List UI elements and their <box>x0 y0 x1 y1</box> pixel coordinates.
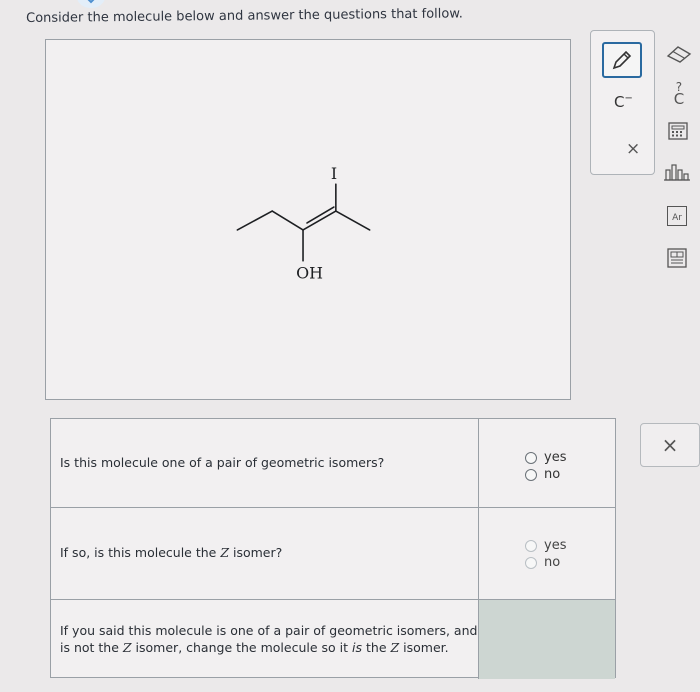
question-row-2: If so, is this molecule the Z isomer? ye… <box>51 508 615 600</box>
option-label: no <box>544 467 561 482</box>
bond-c4-c5 <box>335 210 371 231</box>
double-bond-c3-c4 <box>302 210 337 231</box>
grid-template-icon <box>667 248 687 268</box>
question-2-option-yes[interactable]: yes <box>525 537 566 554</box>
close-icon: × <box>661 433 679 457</box>
radio-icon[interactable] <box>525 556 537 569</box>
carbanion-tool-button[interactable]: C− <box>614 93 633 111</box>
question-3-line-2-a: is not the <box>60 639 123 655</box>
aryl-tool-button[interactable]: Ar <box>665 205 689 227</box>
radio-icon[interactable] <box>525 468 537 481</box>
aryl-icon: Ar <box>667 206 687 226</box>
template-tool-button[interactable] <box>666 247 688 269</box>
option-label: yes <box>544 538 567 553</box>
molecule-canvas[interactable]: I OH <box>45 39 571 400</box>
question-3-answer-area <box>479 600 615 679</box>
question-3-line-2-c: the <box>362 639 391 655</box>
drawing-toolbar: C− × <box>590 30 655 175</box>
carbanion-charge: − <box>624 93 633 104</box>
question-1-answers: yes no <box>479 419 615 507</box>
eraser-tool-button[interactable] <box>664 44 694 64</box>
question-2-text: If so, is this molecule the Z isomer? <box>51 508 479 599</box>
chevron-down-icon <box>87 0 95 4</box>
eraser-icon <box>666 46 692 63</box>
question-2-answers: yes no <box>479 508 615 599</box>
question-2-text-after: isomer? <box>229 545 283 561</box>
question-1-option-yes[interactable]: yes <box>525 449 566 466</box>
bond-c1-c2 <box>236 210 273 231</box>
question-c-letter: C <box>673 89 685 108</box>
question-c-tool-button[interactable]: ? C <box>668 80 690 108</box>
chart-tool-button[interactable] <box>662 161 692 183</box>
radio-icon[interactable] <box>525 539 537 552</box>
question-row-1: Is this molecule one of a pair of geomet… <box>51 419 615 508</box>
question-1-radio-group: yes no <box>525 449 566 483</box>
question-c-label: ? C <box>673 81 685 108</box>
periodic-table-icon <box>668 122 688 140</box>
question-2-z: Z <box>220 545 230 561</box>
question-3-text: If you said this molecule is one of a pa… <box>51 600 479 679</box>
question-3-z2: Z <box>390 639 400 655</box>
question-2-text-before: If so, is this molecule the <box>60 545 221 561</box>
periodic-table-tool-button[interactable] <box>667 121 689 141</box>
question-1-option-no[interactable]: no <box>525 466 566 483</box>
option-label: yes <box>544 450 567 465</box>
option-label: no <box>544 555 561 570</box>
iodine-label: I <box>331 164 337 183</box>
pencil-icon <box>612 50 632 70</box>
pencil-tool-button[interactable] <box>602 42 642 78</box>
molecule-drawing[interactable]: I OH <box>46 40 570 399</box>
bond-c2-c3 <box>271 210 304 231</box>
question-2-radio-group: yes no <box>525 537 566 571</box>
question-3-line-1: If you said this molecule is one of a pa… <box>60 622 478 638</box>
close-button[interactable]: × <box>640 423 700 467</box>
aryl-label: Ar <box>672 213 682 223</box>
question-row-3: If you said this molecule is one of a pa… <box>51 600 615 679</box>
question-3-z: Z <box>122 639 132 655</box>
question-3-is: is <box>352 639 363 655</box>
question-3-line-2-d: isomer. <box>399 639 449 655</box>
question-3-line-2-b: isomer, change the molecule so it <box>131 639 353 655</box>
question-2-option-no[interactable]: no <box>525 554 566 571</box>
hydroxyl-label: OH <box>296 264 323 283</box>
question-1-text: Is this molecule one of a pair of geomet… <box>51 419 479 507</box>
question-prompt: Consider the molecule below and answer t… <box>26 6 463 26</box>
radio-icon[interactable] <box>525 451 537 464</box>
questions-table: Is this molecule one of a pair of geomet… <box>50 418 616 679</box>
delete-tool-button[interactable]: × <box>626 139 640 159</box>
carbanion-label: C <box>614 93 625 111</box>
collapse-tab[interactable] <box>76 0 106 8</box>
bar-chart-icon <box>664 164 690 181</box>
